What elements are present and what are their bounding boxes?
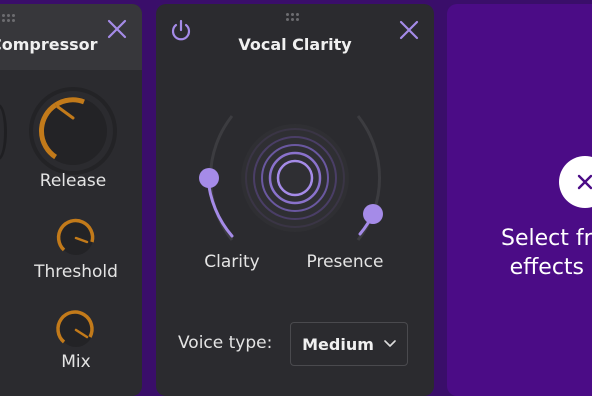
drag-handle-icon[interactable]: [2, 14, 15, 22]
vocal-clarity-title: Vocal Clarity: [238, 35, 352, 54]
release-label: Release: [39, 171, 107, 191]
presence-label: Presence: [306, 252, 384, 272]
voice-type-dropdown[interactable]: Medium: [290, 322, 408, 366]
clarity-presence-control[interactable]: [156, 104, 434, 254]
vocal-clarity-panel: Vocal Clarity Clarity Presence Voice typ…: [156, 4, 434, 396]
compressor-panel: Compressor Release Threshold Mix: [0, 4, 142, 396]
chevron-down-icon: [384, 340, 396, 347]
drag-handle-icon[interactable]: [286, 13, 299, 21]
mix-knob[interactable]: [52, 306, 100, 354]
add-effect-panel: Select fr effects: [447, 4, 592, 396]
close-icon[interactable]: [105, 17, 129, 41]
clarity-label: Clarity: [204, 252, 260, 272]
presence-slider-thumb[interactable]: [363, 204, 383, 224]
close-icon[interactable]: [397, 18, 421, 42]
add-effect-text: Select fr effects: [501, 224, 592, 282]
threshold-label: Threshold: [34, 262, 118, 282]
add-effect-line2: effects: [509, 255, 585, 280]
voice-type-label: Voice type:: [178, 333, 273, 353]
add-effect-button[interactable]: [557, 154, 592, 210]
threshold-knob[interactable]: [52, 214, 100, 262]
add-effect-line1: Select fr: [501, 226, 592, 251]
knob-partial: [0, 104, 7, 160]
clarity-slider-thumb[interactable]: [199, 168, 219, 188]
release-knob[interactable]: [28, 86, 118, 176]
mix-label: Mix: [61, 352, 91, 372]
compressor-title: Compressor: [0, 35, 98, 54]
voice-type-value: Medium: [302, 334, 374, 354]
